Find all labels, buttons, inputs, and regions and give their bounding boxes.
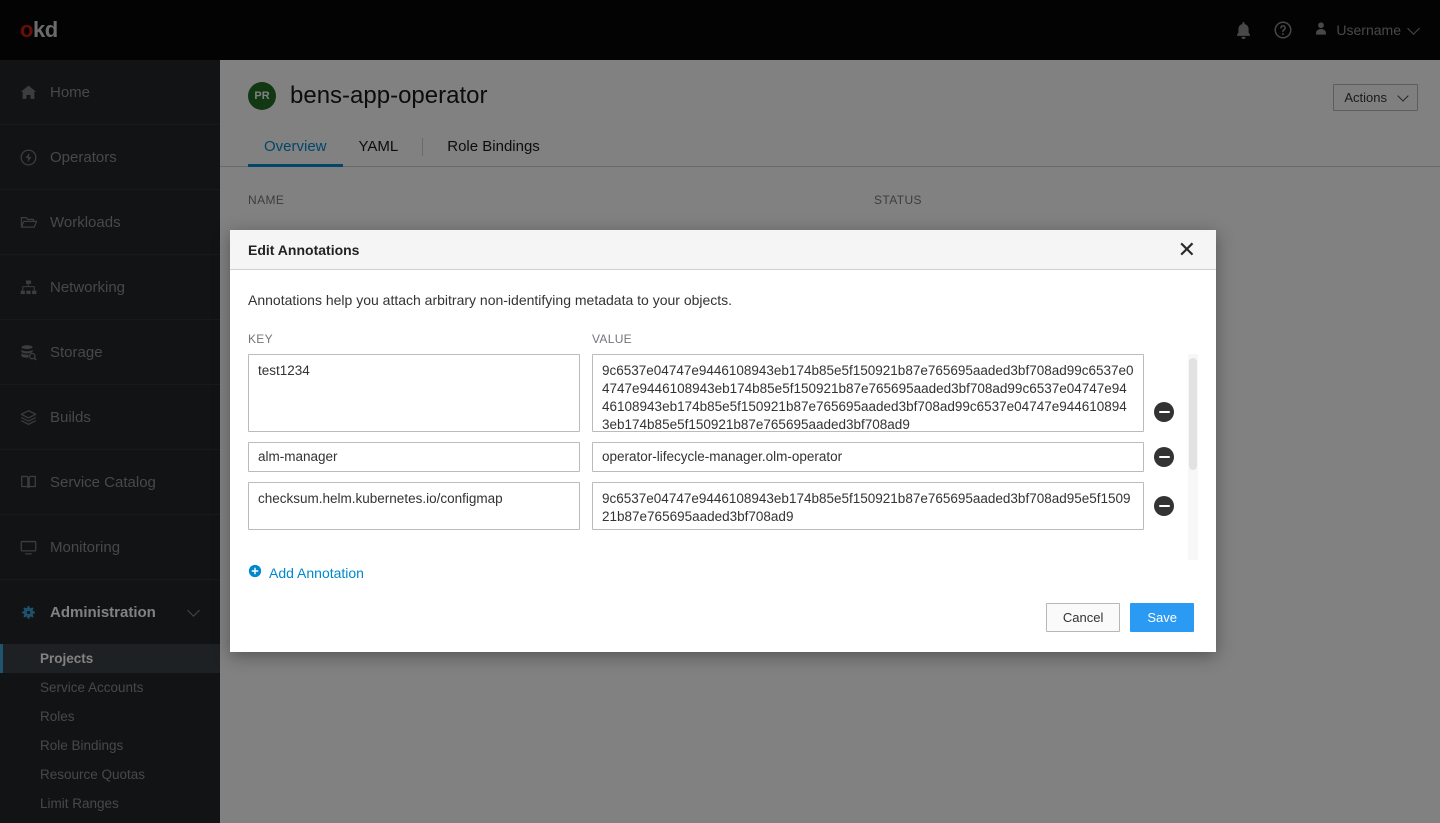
add-annotation-label: Add Annotation bbox=[269, 565, 364, 581]
annotation-row bbox=[248, 354, 1198, 432]
annotation-scrollbar[interactable] bbox=[1188, 354, 1198, 560]
save-button[interactable]: Save bbox=[1130, 603, 1194, 632]
annotation-column-labels: KEY VALUE bbox=[248, 332, 1198, 346]
annotation-key-input-2[interactable] bbox=[248, 442, 580, 472]
annotation-value-input-3[interactable] bbox=[592, 482, 1144, 530]
annotation-key-input-1[interactable] bbox=[248, 354, 580, 432]
modal-description: Annotations help you attach arbitrary no… bbox=[248, 292, 1198, 308]
annotation-row bbox=[248, 442, 1198, 472]
annotation-key-input-3[interactable] bbox=[248, 482, 580, 530]
modal-title: Edit Annotations bbox=[248, 242, 359, 258]
cancel-button[interactable]: Cancel bbox=[1046, 603, 1120, 632]
value-column-label: VALUE bbox=[592, 332, 632, 346]
key-column-label: KEY bbox=[248, 332, 592, 346]
minus-circle-icon[interactable] bbox=[1154, 402, 1174, 422]
annotation-row bbox=[248, 482, 1198, 530]
annotation-rows-scroll[interactable] bbox=[248, 354, 1198, 560]
add-annotation-button[interactable]: Add Annotation bbox=[248, 564, 364, 581]
annotation-value-input-1[interactable] bbox=[592, 354, 1144, 432]
console-page: okd Username Home bbox=[0, 0, 1440, 823]
modal-footer: Cancel Save bbox=[230, 589, 1216, 652]
annotation-value-input-2[interactable] bbox=[592, 442, 1144, 472]
edit-annotations-modal: Edit Annotations ✕ Annotations help you … bbox=[230, 230, 1216, 652]
close-icon[interactable]: ✕ bbox=[1174, 239, 1200, 261]
modal-body: Annotations help you attach arbitrary no… bbox=[230, 270, 1216, 589]
plus-circle-icon bbox=[248, 564, 262, 581]
modal-header: Edit Annotations ✕ bbox=[230, 230, 1216, 270]
minus-circle-icon[interactable] bbox=[1154, 447, 1174, 467]
annotation-scrollbar-thumb[interactable] bbox=[1189, 358, 1197, 470]
minus-circle-icon[interactable] bbox=[1154, 496, 1174, 516]
